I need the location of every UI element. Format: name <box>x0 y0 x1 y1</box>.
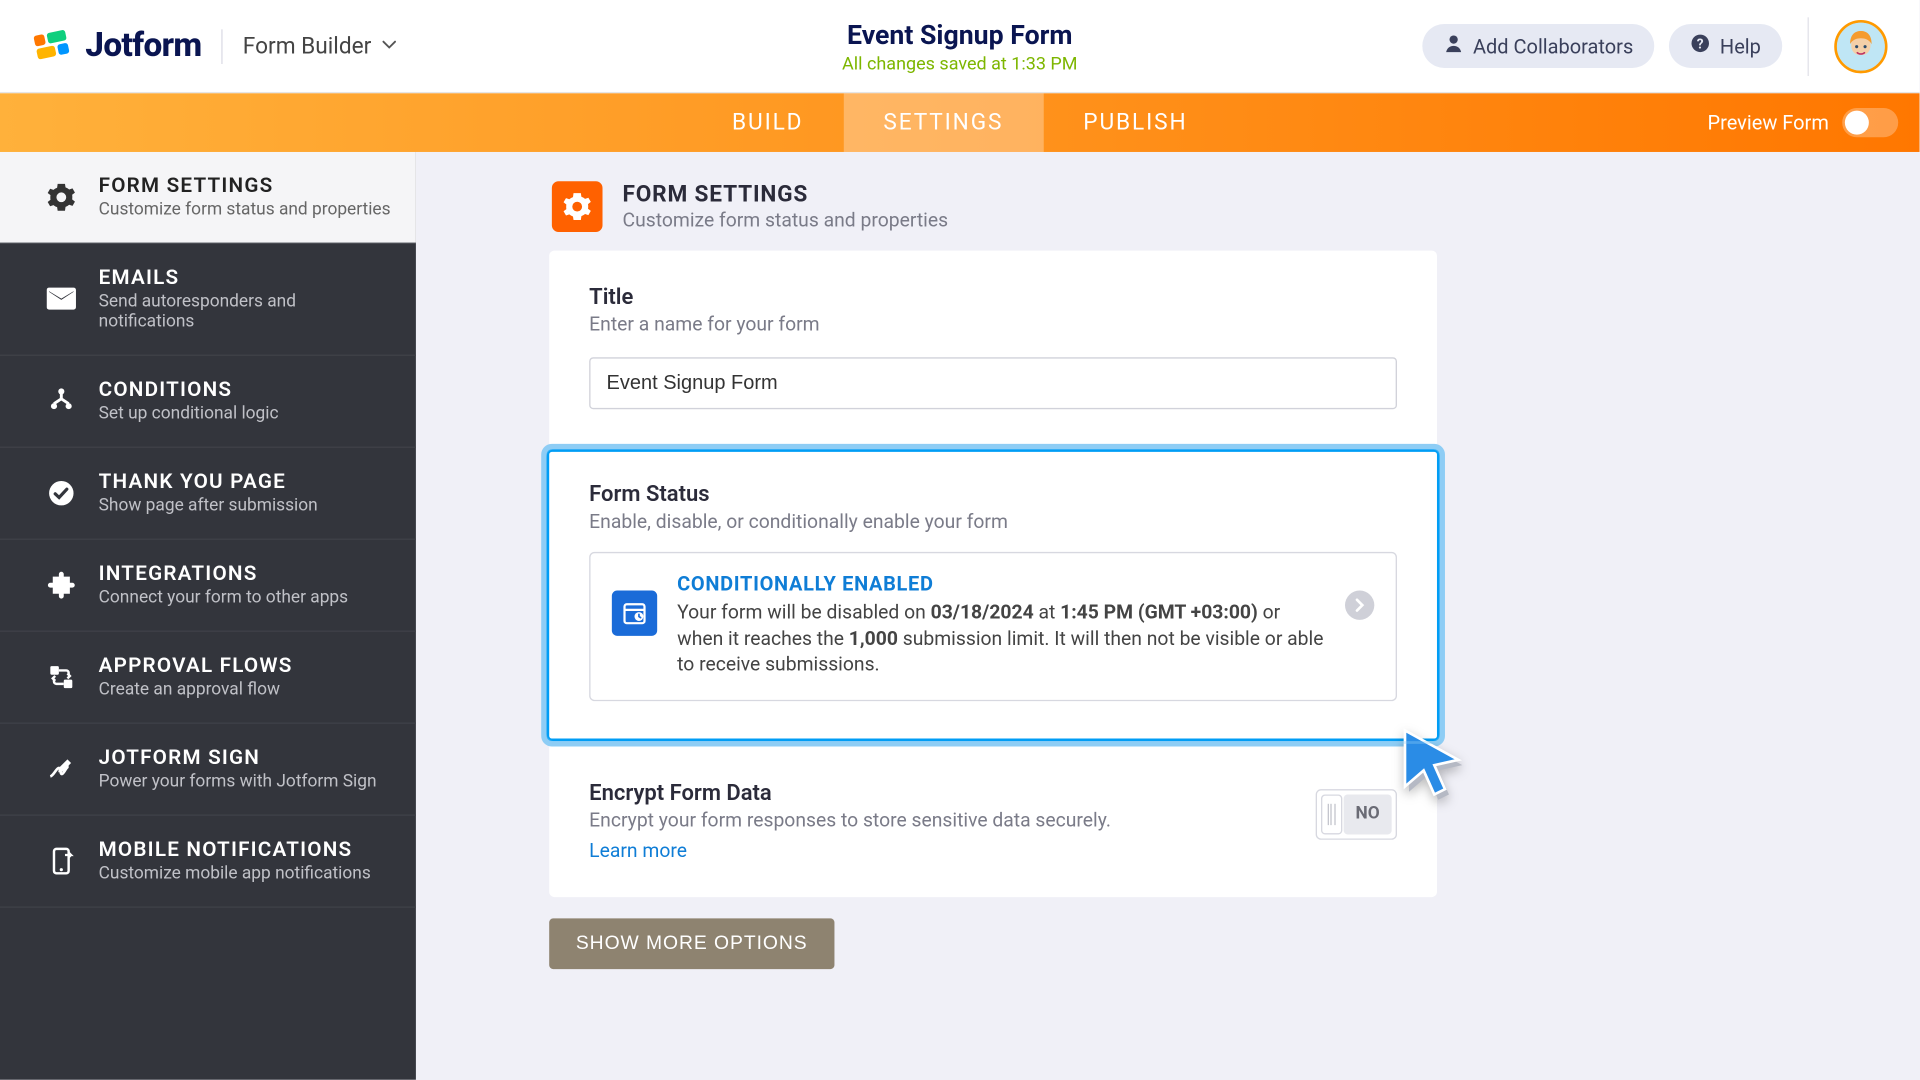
status-title: CONDITIONALLY ENABLED <box>677 572 1325 596</box>
mobile-icon <box>45 844 77 876</box>
person-icon <box>1444 33 1464 58</box>
sidebar-item-label: JOTFORM SIGN <box>99 745 377 769</box>
puzzle-icon <box>45 569 77 601</box>
gear-icon <box>45 181 77 213</box>
tab-build[interactable]: BUILD <box>692 93 843 152</box>
title-hint: Enter a name for your form <box>589 313 1397 336</box>
page-title: FORM SETTINGS <box>623 181 949 208</box>
sign-icon <box>45 752 77 784</box>
page-subtitle: Customize form status and properties <box>623 209 949 232</box>
help-label: Help <box>1720 34 1761 58</box>
toggle-knob <box>1845 111 1869 135</box>
sidebar-item-sub: Set up conditional logic <box>99 404 279 424</box>
title-input[interactable] <box>589 357 1397 409</box>
form-title: Event Signup Form <box>842 18 1077 50</box>
saved-text: All changes saved at 1:33 PM <box>842 53 1077 74</box>
sidebar-item-label: INTEGRATIONS <box>99 561 348 585</box>
logo-mark-icon <box>32 27 77 64</box>
sidebar-item-sign[interactable]: JOTFORM SIGN Power your forms with Jotfo… <box>0 724 416 816</box>
title-block: Event Signup Form All changes saved at 1… <box>842 18 1077 74</box>
status-description: Your form will be disabled on 03/18/2024… <box>677 600 1325 678</box>
sidebar-item-sub: Connect your form to other apps <box>99 588 348 608</box>
sidebar: FORM SETTINGS Customize form status and … <box>0 152 416 1080</box>
encrypt-toggle-label: NO <box>1343 794 1391 834</box>
conditions-icon <box>45 385 77 417</box>
sidebar-item-approval[interactable]: APPROVAL FLOWS Create an approval flow <box>0 632 416 724</box>
brand-name: Jotform <box>85 27 201 66</box>
sidebar-item-integrations[interactable]: INTEGRATIONS Connect your form to other … <box>0 540 416 632</box>
sidebar-item-label: THANK YOU PAGE <box>99 469 318 493</box>
calendar-icon <box>612 591 657 636</box>
jotform-logo[interactable]: Jotform <box>32 27 201 66</box>
tab-settings[interactable]: SETTINGS <box>843 93 1043 152</box>
encrypt-toggle[interactable]: NO <box>1315 789 1397 840</box>
sidebar-item-emails[interactable]: EMAILS Send autoresponders and notificat… <box>0 244 416 356</box>
preview-toggle[interactable] <box>1842 108 1898 137</box>
tab-publish[interactable]: PUBLISH <box>1043 93 1227 152</box>
sidebar-item-sub: Show page after submission <box>99 496 318 516</box>
show-more-button[interactable]: SHOW MORE OPTIONS <box>549 918 834 969</box>
status-hint: Enable, disable, or conditionally enable… <box>589 511 1397 534</box>
preview-label: Preview Form <box>1707 111 1828 135</box>
gear-icon <box>552 181 603 232</box>
separator <box>1808 17 1809 76</box>
sidebar-item-sub: Customize mobile app notifications <box>99 864 371 884</box>
chevron-down-icon <box>379 33 398 60</box>
form-status-highlight: Form Status Enable, disable, or conditio… <box>541 444 1445 746</box>
learn-more-link[interactable]: Learn more <box>589 839 1289 862</box>
flow-icon <box>45 661 77 693</box>
help-button[interactable]: ? Help <box>1669 24 1782 68</box>
title-label: Title <box>589 285 1397 310</box>
sidebar-item-sub: Power your forms with Jotform Sign <box>99 772 377 792</box>
avatar[interactable] <box>1834 19 1887 72</box>
status-label: Form Status <box>589 483 1397 508</box>
encrypt-hint: Encrypt your form responses to store sen… <box>589 809 1289 832</box>
tabbar: BUILD SETTINGS PUBLISH Preview Form <box>0 93 1920 152</box>
sidebar-item-label: EMAILS <box>99 265 392 289</box>
chevron-right-icon <box>1345 591 1374 620</box>
sidebar-item-conditions[interactable]: CONDITIONS Set up conditional logic <box>0 356 416 448</box>
title-card: Title Enter a name for your form <box>549 251 1437 444</box>
email-icon <box>45 283 77 315</box>
sidebar-item-thankyou[interactable]: THANK YOU PAGE Show page after submissio… <box>0 448 416 540</box>
sidebar-item-form-settings[interactable]: FORM SETTINGS Customize form status and … <box>0 152 416 244</box>
check-icon <box>45 477 77 509</box>
svg-text:?: ? <box>1697 36 1704 52</box>
status-box-button[interactable]: CONDITIONALLY ENABLED Your form will be … <box>589 552 1397 701</box>
breadcrumb[interactable]: Form Builder <box>243 33 398 60</box>
sidebar-item-label: MOBILE NOTIFICATIONS <box>99 837 371 861</box>
encrypt-label: Encrypt Form Data <box>589 781 1289 806</box>
encrypt-card: Encrypt Form Data Encrypt your form resp… <box>549 746 1437 897</box>
sidebar-item-sub: Send autoresponders and notifications <box>99 292 392 332</box>
sidebar-item-label: CONDITIONS <box>99 377 279 401</box>
add-collaborators-button[interactable]: Add Collaborators <box>1422 24 1654 68</box>
add-collaborators-label: Add Collaborators <box>1473 34 1633 58</box>
topbar: Jotform Form Builder Event Signup Form A… <box>0 0 1920 93</box>
drag-handle-icon <box>1321 794 1342 834</box>
sidebar-item-label: APPROVAL FLOWS <box>99 653 293 677</box>
breadcrumb-label: Form Builder <box>243 33 372 60</box>
question-icon: ? <box>1691 33 1711 58</box>
sidebar-item-sub: Customize form status and properties <box>99 200 391 220</box>
sidebar-item-label: FORM SETTINGS <box>99 173 391 197</box>
separator <box>221 29 222 64</box>
content: FORM SETTINGS Customize form status and … <box>416 152 1920 1080</box>
sidebar-item-mobile[interactable]: MOBILE NOTIFICATIONS Customize mobile ap… <box>0 816 416 908</box>
sidebar-item-sub: Create an approval flow <box>99 680 293 700</box>
